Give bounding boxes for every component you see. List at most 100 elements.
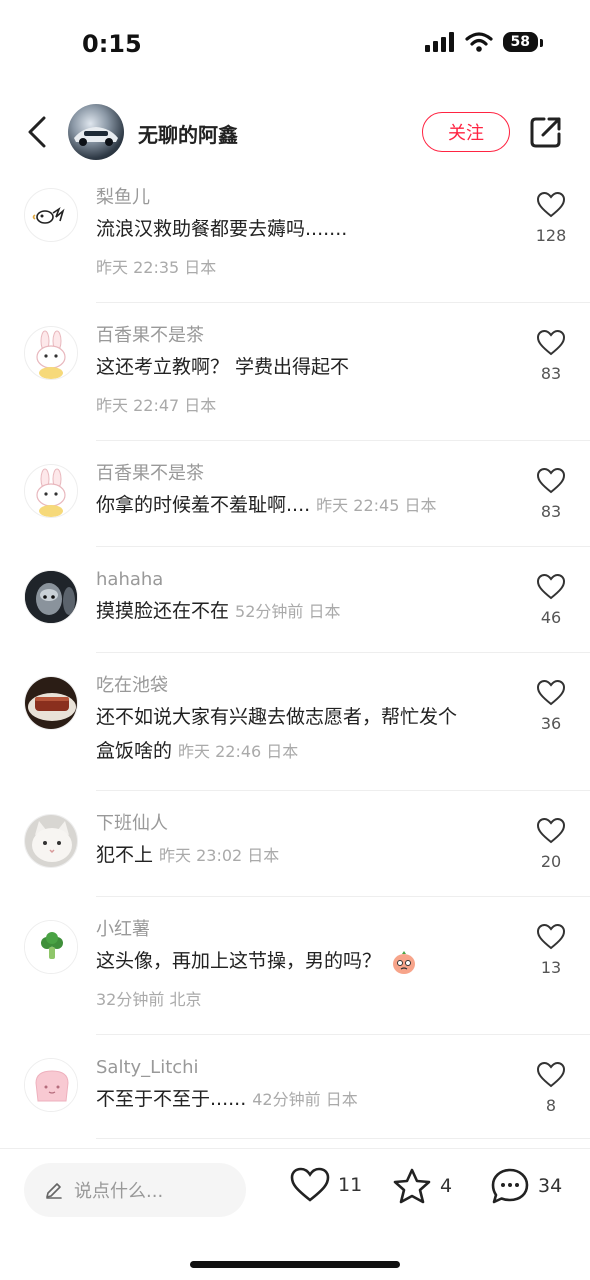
collect-button[interactable]: 4: [392, 1167, 452, 1205]
comment-text-row: 摸摸脸还在不在 52分钟前 日本: [96, 594, 516, 629]
comment-like-button[interactable]: 20: [526, 817, 576, 871]
car-image-icon: [74, 127, 118, 146]
comment-meta: 42分钟前 日本: [252, 1090, 358, 1109]
comment-text-continued[interactable]: 盒饭啥的: [96, 740, 172, 762]
comment-meta: 52分钟前 日本: [235, 602, 341, 621]
commenter-avatar[interactable]: [24, 188, 78, 242]
author-avatar[interactable]: [68, 104, 124, 160]
bottom-action-bar: 说点什么... 11 4 34: [0, 1148, 590, 1280]
share-button[interactable]: [528, 114, 564, 150]
like-count: 11: [338, 1174, 363, 1196]
comment-like-button[interactable]: 83: [526, 467, 576, 521]
comment-meta: 32分钟前 北京: [96, 990, 202, 1009]
follow-button[interactable]: 关注: [422, 112, 510, 152]
comment-text[interactable]: 这还考立教啊？ 学费出得起不: [96, 350, 516, 384]
comment-like-button[interactable]: 46: [526, 573, 576, 627]
commenter-name[interactable]: 梨鱼儿: [96, 184, 516, 212]
comment-meta: 昨天 22:35 日本: [96, 258, 217, 277]
commenter-avatar[interactable]: [24, 570, 78, 624]
comment-list: 梨鱼儿 流浪汉救助餐都要去薅吗....... 昨天 22:35 日本 128 百…: [0, 170, 590, 1145]
emoji-sticker-icon: [393, 950, 416, 974]
comment-like-count: 13: [540, 958, 562, 977]
comment-like-button[interactable]: 8: [526, 1061, 576, 1115]
comment-item: Salty_Litchi 不至于不至于...... 42分钟前 日本 8: [0, 1054, 590, 1140]
comment-text[interactable]: 这头像，再加上这节操，男的吗？: [96, 950, 381, 972]
commenter-avatar[interactable]: [24, 814, 78, 868]
comment-button[interactable]: 34: [490, 1167, 562, 1205]
comment-input-placeholder: 说点什么...: [74, 1181, 164, 1202]
commenter-name[interactable]: 吃在池袋: [96, 672, 516, 700]
share-icon: [530, 117, 561, 148]
heart-icon: [536, 191, 566, 218]
commenter-avatar[interactable]: [24, 326, 78, 380]
divider: [96, 1138, 590, 1139]
comment-item: 小红薯 这头像，再加上这节操，男的吗？ 32分钟前 北京 13: [0, 916, 590, 1034]
back-button[interactable]: [22, 112, 54, 152]
divider: [96, 440, 590, 441]
comment-meta: 昨天 22:46 日本: [178, 742, 299, 761]
comment-like-button[interactable]: 83: [526, 329, 576, 383]
wifi-icon: [464, 32, 493, 52]
heart-icon: [290, 1167, 330, 1202]
status-icons: 58: [424, 32, 544, 52]
comment-text-row: 你拿的时候羞不羞耻啊.... 昨天 22:45 日本: [96, 488, 516, 523]
commenter-name[interactable]: Salty_Litchi: [96, 1054, 516, 1082]
comment-like-count: 46: [540, 608, 562, 627]
pencil-icon: [46, 1183, 62, 1199]
commenter-avatar[interactable]: [24, 676, 78, 730]
comment-like-count: 83: [540, 502, 562, 521]
commenter-name[interactable]: 百香果不是茶: [96, 460, 516, 488]
comment-input[interactable]: 说点什么...: [24, 1163, 246, 1217]
comment-text[interactable]: 流浪汉救助餐都要去薅吗.......: [96, 212, 516, 246]
comment-text-row: 犯不上 昨天 23:02 日本: [96, 838, 516, 873]
broccoli-avatar-icon: [25, 921, 77, 973]
bunny-avatar-icon: [25, 465, 77, 517]
commenter-name[interactable]: 小红薯: [96, 916, 516, 944]
comment-like-button[interactable]: 128: [526, 191, 576, 245]
comment-like-button[interactable]: 13: [526, 923, 576, 977]
heart-icon: [536, 679, 566, 706]
home-indicator: [190, 1261, 400, 1268]
comment-text[interactable]: 还不如说大家有兴趣去做志愿者，帮忙发个: [96, 700, 516, 734]
comment-like-count: 20: [540, 852, 562, 871]
heart-icon: [536, 329, 566, 356]
heart-icon: [536, 1061, 566, 1088]
author-name[interactable]: 无聊的阿鑫: [138, 119, 238, 148]
commenter-name[interactable]: 下班仙人: [96, 810, 516, 838]
commenter-avatar[interactable]: [24, 920, 78, 974]
comment-like-button[interactable]: 36: [526, 679, 576, 733]
comment-text-row: 盒饭啥的 昨天 22:46 日本: [96, 734, 516, 769]
divider: [96, 302, 590, 303]
status-time: 0:15: [82, 30, 142, 58]
heart-icon: [536, 573, 566, 600]
comment-item: 百香果不是茶 这还考立教啊？ 学费出得起不 昨天 22:47 日本 83: [0, 322, 590, 440]
comment-like-count: 128: [535, 226, 567, 245]
star-count: 4: [440, 1175, 453, 1197]
divider: [96, 1034, 590, 1035]
chevron-left-icon: [28, 116, 46, 148]
comment-item: 梨鱼儿 流浪汉救助餐都要去薅吗....... 昨天 22:35 日本 128: [0, 184, 590, 302]
commenter-name[interactable]: hahaha: [96, 566, 516, 594]
commenter-avatar[interactable]: [24, 1058, 78, 1112]
heart-icon: [536, 467, 566, 494]
heart-icon: [536, 817, 566, 844]
star-icon: [393, 1168, 431, 1204]
comment-item: 吃在池袋 还不如说大家有兴趣去做志愿者，帮忙发个 盒饭啥的 昨天 22:46 日本…: [0, 672, 590, 790]
comment-text[interactable]: 犯不上: [96, 844, 153, 866]
toast-avatar-icon: [25, 1059, 77, 1111]
comment-like-count: 8: [545, 1096, 557, 1115]
divider: [96, 546, 590, 547]
commenter-name[interactable]: 百香果不是茶: [96, 322, 516, 350]
chat-bubble-icon: [491, 1168, 529, 1204]
food-avatar-icon: [25, 677, 77, 729]
heart-icon: [536, 923, 566, 950]
comment-text[interactable]: 你拿的时候羞不羞耻啊....: [96, 494, 310, 516]
note-header: 无聊的阿鑫 关注: [0, 100, 590, 164]
comment-text-row: 这头像，再加上这节操，男的吗？: [96, 944, 516, 978]
comment-text[interactable]: 摸摸脸还在不在: [96, 600, 229, 622]
status-bar: 0:15 58: [0, 0, 590, 90]
comment-text[interactable]: 不至于不至于......: [96, 1088, 246, 1110]
like-button[interactable]: 11: [290, 1167, 362, 1203]
commenter-avatar[interactable]: [24, 464, 78, 518]
signal-icon: [424, 32, 454, 52]
